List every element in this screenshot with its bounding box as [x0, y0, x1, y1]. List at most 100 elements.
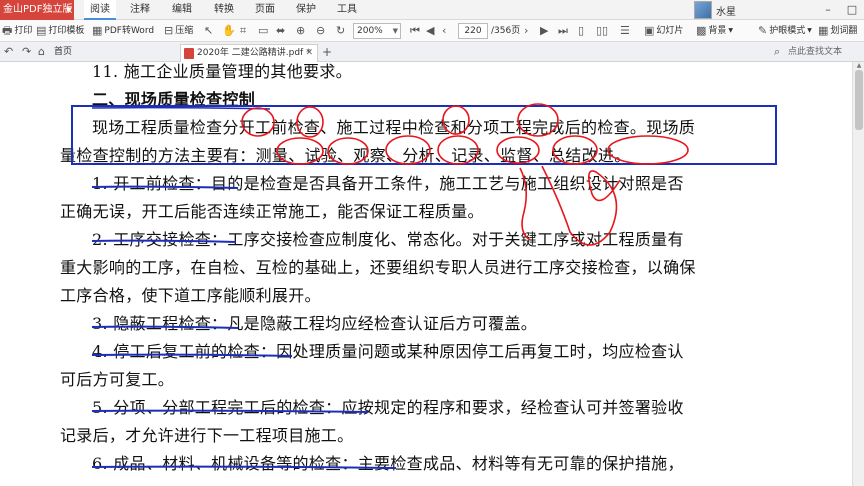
print-template-button[interactable]: ▤ 打印模板: [36, 20, 84, 42]
word-icon: ▦: [92, 24, 103, 37]
slideshow-button[interactable]: ▣ 幻灯片: [644, 20, 683, 42]
next-page-button[interactable]: ›: [524, 20, 530, 42]
menu-page[interactable]: 页面: [255, 0, 275, 20]
eye-care-label: 护眼模式: [769, 26, 806, 36]
print-template-label: 打印模板: [48, 26, 85, 36]
print-label: 打印: [14, 26, 33, 36]
scroll-up-icon[interactable]: ▲: [854, 62, 864, 70]
doc-line: 可后方可复工。: [60, 370, 175, 389]
vertical-scrollbar[interactable]: ▲: [852, 62, 864, 486]
doc-line: 现场工程质量检查分开工前检查、施工过程中检查和分项工程完成后的检查。现场质: [92, 118, 696, 137]
next-page-arrow-button[interactable]: ▶: [540, 20, 550, 42]
maximize-icon[interactable]: □: [840, 0, 864, 20]
hand-tool-button[interactable]: ✋: [222, 20, 238, 42]
last-page-button[interactable]: ⏭: [558, 20, 570, 42]
menu-edit[interactable]: 编辑: [172, 0, 192, 20]
zoom-in-button[interactable]: ⊕: [296, 20, 307, 42]
scroll-thumb[interactable]: [855, 70, 863, 130]
slideshow-label: 幻灯片: [656, 26, 684, 36]
fit-width-icon: ⬌: [276, 24, 286, 37]
doc-line: 量检查控制的方法主要有：测量、试验、观察、分析、记录、监督、总结改进。: [60, 146, 631, 165]
template-icon: ▤: [36, 24, 47, 37]
chevron-left-icon: ‹: [442, 24, 447, 37]
page-up-button[interactable]: ‹: [442, 20, 448, 42]
home-icon: ⌂: [38, 45, 45, 58]
doc-line: 正确无误，开工后能否连续正常施工，能否保证工程质量。: [60, 202, 484, 221]
search-icon-wrap[interactable]: ⌕: [774, 41, 782, 63]
back-button[interactable]: ↶: [4, 41, 15, 63]
translate-label: 划词翻: [830, 26, 858, 36]
background-label: 背景: [708, 26, 727, 36]
minimize-icon[interactable]: –: [816, 0, 840, 20]
next-page-icon: ▶: [540, 24, 549, 37]
rotate-icon: ↻: [336, 24, 346, 37]
doc-line: 11. 施工企业质量管理的其他要求。: [92, 62, 352, 81]
first-page-icon: ⏮: [410, 24, 420, 37]
menu-annotate[interactable]: 注释: [130, 0, 150, 20]
window-controls: – □: [816, 0, 864, 20]
user-name: 水星: [716, 6, 736, 18]
chevron-right-icon: ›: [524, 24, 529, 37]
prev-page-icon: ◀: [426, 24, 435, 37]
background-button[interactable]: ▩ 背景 ▼: [696, 20, 733, 42]
chevron-down-icon[interactable]: ▼: [66, 0, 71, 20]
pdf-to-word-button[interactable]: ▦ PDF转Word: [92, 20, 154, 42]
single-page-icon: ▯: [578, 24, 585, 37]
pdf-to-word-label: PDF转Word: [104, 26, 155, 36]
toolbar: 🖶 打印 ▤ 打印模板 ▦ PDF转Word ⊟ 压缩 ↖ ✋ ⌗ ▭ ⬌ ⊕ ⊖ ↻ …: [0, 20, 864, 42]
app-brand-menu[interactable]: 金山PDF独立版: [0, 0, 74, 20]
select-tool-button[interactable]: ↖: [204, 20, 215, 42]
rotate-button[interactable]: ↻: [336, 20, 347, 42]
menu-read[interactable]: 阅读: [84, 0, 116, 20]
doc-line: 重大影响的工序，在自检、互检的基础上，还要组织专职人员进行工序交接检查，以确保: [60, 258, 696, 277]
background-icon: ▩: [696, 24, 707, 37]
eye-care-button[interactable]: ✎ 护眼模式 ▼: [758, 20, 812, 42]
zoom-out-button[interactable]: ⊖: [316, 20, 327, 42]
screenshot-button[interactable]: ⌗: [240, 20, 248, 42]
chevron-down-icon: ▼: [807, 27, 812, 34]
forward-button[interactable]: ↷: [22, 41, 33, 63]
menu-protect[interactable]: 保护: [296, 0, 316, 20]
doc-line: 记录后，才允许进行下一工程项目施工。: [60, 426, 354, 445]
fit-page-icon: ▭: [258, 24, 269, 37]
fit-width-button[interactable]: ⬌: [276, 20, 287, 42]
doc-line: 5. 分项、分部工程完工后的检查：应按规定的程序和要求，经检查认可并签署验收: [92, 398, 684, 417]
crop-icon: ⌗: [240, 24, 247, 37]
print-icon: 🖶: [2, 24, 13, 37]
search-icon: ⌕: [774, 45, 781, 58]
prev-page-button[interactable]: ◀: [426, 20, 436, 42]
find-text-input[interactable]: 点此查找文本: [788, 42, 842, 62]
last-page-icon: ⏭: [558, 24, 568, 37]
forward-icon: ↷: [22, 45, 32, 58]
avatar[interactable]: [694, 1, 712, 19]
page-number-input[interactable]: 220: [458, 23, 488, 39]
tab-document[interactable]: 2020年 二建公路精讲.pdf * ✕: [180, 44, 318, 62]
double-page-button[interactable]: ▯▯: [596, 20, 610, 42]
tab-home[interactable]: 首页: [54, 42, 72, 62]
doc-line: 1. 开工前检查：目的是检查是否具备开工条件，施工工艺与施工组织设计对照是否: [92, 174, 684, 193]
close-icon[interactable]: ✕: [305, 45, 313, 61]
compress-label: 压缩: [175, 26, 194, 36]
zoom-select[interactable]: 200% ▼: [353, 23, 401, 39]
cursor-icon: ↖: [204, 24, 214, 37]
menu-convert[interactable]: 转换: [214, 0, 234, 20]
home-tab-icon-wrap[interactable]: ⌂: [38, 41, 47, 63]
user-account[interactable]: 水星: [694, 0, 736, 20]
continuous-button[interactable]: ☰: [620, 20, 632, 42]
new-tab-button[interactable]: +: [322, 42, 332, 62]
print-button[interactable]: 🖶 打印: [2, 20, 32, 42]
document-page[interactable]: 11. 施工企业质量管理的其他要求。 二、现场质量检查控制 现场工程质量检查分开…: [0, 62, 852, 486]
chevron-down-icon: ▼: [728, 27, 734, 34]
fit-page-button[interactable]: ▭: [258, 20, 270, 42]
doc-line: 2. 工序交接检查：工序交接检查应制度化、常态化。对于关键工序或对工程质量有: [92, 230, 684, 249]
first-page-button[interactable]: ⏮: [410, 20, 422, 42]
continuous-icon: ☰: [620, 24, 630, 37]
zoom-value: 200%: [357, 26, 383, 36]
translate-button[interactable]: ▦ 划词翻: [818, 20, 857, 42]
single-page-button[interactable]: ▯: [578, 20, 586, 42]
hand-icon: ✋: [222, 24, 236, 37]
doc-line: 4. 停工后复工前的检查：因处理质量问题或某种原因停工后再复工时，均应检查认: [92, 342, 684, 361]
compress-button[interactable]: ⊟ 压缩: [164, 20, 193, 42]
doc-line: 工序合格，使下道工序能顺利展开。: [60, 286, 321, 305]
menu-tools[interactable]: 工具: [337, 0, 357, 20]
